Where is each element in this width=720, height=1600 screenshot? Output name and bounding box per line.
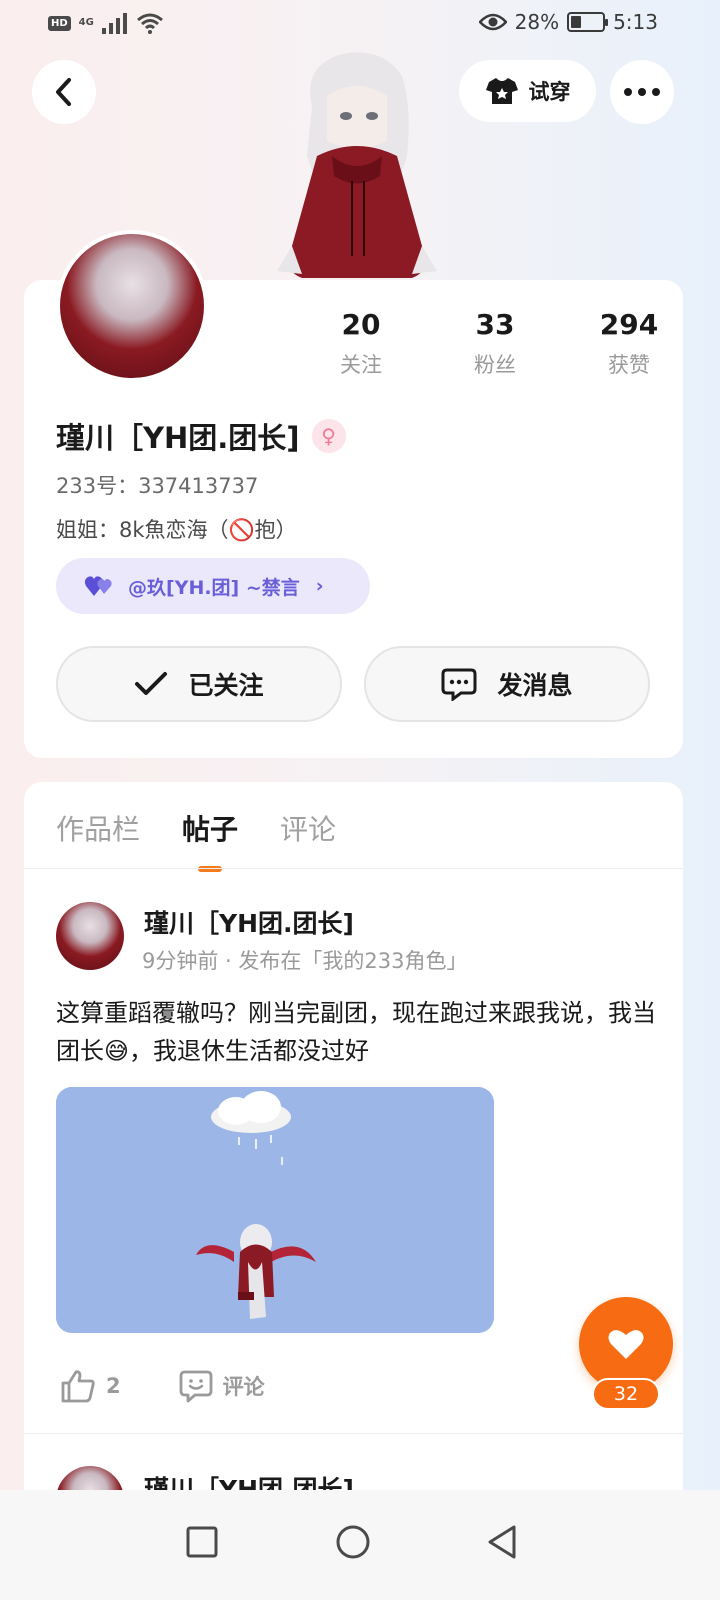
network-type: 4G (78, 17, 94, 28)
like-count-badge: 32 (592, 1378, 660, 1410)
stat-number: 33 (475, 308, 515, 341)
post-comment-label: 评论 (222, 1375, 265, 1399)
square-icon (186, 1526, 218, 1558)
avatar-character-figure (277, 52, 437, 278)
clock: 5:13 (613, 10, 658, 34)
tab-works[interactable]: 作品栏 (56, 808, 140, 848)
profile-name: 瑾川［YH团.团长] (56, 421, 300, 455)
post-image[interactable] (56, 1087, 494, 1333)
stat-number: 20 (341, 308, 381, 341)
like-profile-button[interactable] (579, 1297, 673, 1391)
post-text[interactable]: 这算重蹈覆辙吗？刚当完副团，现在跑过来跟我说，我当团长😅，我退休生活都没过好 (56, 994, 656, 1070)
back-arrow-icon (56, 78, 71, 106)
more-button[interactable] (610, 60, 674, 124)
followed-button[interactable]: 已关注 (56, 646, 342, 722)
stat-likes[interactable]: 294 获赞 (562, 308, 696, 379)
battery-percent: 28% (514, 10, 560, 34)
signal-icon (101, 13, 127, 34)
profile-avatar-image (60, 234, 204, 378)
stat-number: 294 (599, 308, 659, 341)
post-meta: 9分钟前 · 发布在「我的233角色」 (142, 949, 468, 973)
send-message-button[interactable]: 发消息 (364, 646, 650, 722)
comment-smile-icon (179, 1370, 213, 1403)
status-right: 28% 5:13 (478, 10, 658, 34)
wifi-icon (136, 13, 163, 34)
post-comment-button[interactable]: 评论 (179, 1369, 265, 1403)
thumbs-up-icon (61, 1370, 95, 1403)
back-button[interactable] (32, 60, 96, 124)
divider (24, 1433, 683, 1434)
double-heart-icon (84, 576, 112, 596)
more-dots-icon (624, 88, 660, 96)
divider (24, 868, 683, 869)
content-tabs: 作品栏 帖子 评论 (56, 808, 336, 872)
tab-comments[interactable]: 评论 (280, 808, 336, 848)
try-on-label: 试穿 (528, 80, 571, 104)
stat-following[interactable]: 20 关注 (294, 308, 428, 379)
recent-apps-button[interactable] (172, 1512, 232, 1572)
circle-icon (336, 1525, 370, 1559)
stat-label: 粉丝 (474, 353, 516, 377)
followed-label: 已关注 (188, 671, 264, 700)
relation-tag-pill[interactable]: @玖[YH.团] ~禁言 › (56, 558, 370, 614)
status-bar: HD 4G 28% 5:13 (0, 0, 720, 50)
try-on-button[interactable]: 试穿 (459, 60, 596, 122)
profile-bio: 姐姐：8k魚恋海（🚫抱） (56, 518, 297, 542)
stat-label: 获赞 (608, 353, 650, 377)
home-button[interactable] (323, 1512, 383, 1572)
eye-icon (478, 13, 507, 31)
shirt-icon (485, 78, 518, 104)
post-actions: 2 评论 (60, 1369, 265, 1403)
female-gender-icon: ♀ (311, 419, 346, 453)
back-nav-button[interactable] (472, 1512, 532, 1572)
tab-posts[interactable]: 帖子 (182, 808, 238, 872)
send-message-label: 发消息 (497, 671, 573, 700)
stat-label: 关注 (340, 353, 382, 377)
post-author-name[interactable]: 瑾川［YH团.团长] (144, 904, 354, 940)
relation-tag-text: @玖[YH.团] ~禁言 (128, 576, 300, 599)
hd-badge: HD (48, 15, 71, 31)
battery-icon (567, 12, 609, 32)
chat-bubble-icon (441, 668, 477, 701)
status-left: HD 4G (48, 12, 164, 34)
stat-followers[interactable]: 33 粉丝 (428, 308, 562, 379)
heart-icon (608, 1330, 644, 1359)
user-id: 233号：337413737 (56, 474, 259, 498)
profile-avatar[interactable] (56, 230, 208, 382)
feed-card: 作品栏 帖子 评论 瑾川［YH团.团长] 9分钟前 · 发布在「我的233角色」… (24, 782, 683, 1542)
post-like-button[interactable]: 2 (60, 1369, 121, 1403)
profile-stats: 20 关注 33 粉丝 294 获赞 (294, 308, 696, 379)
chevron-right-icon: › (315, 575, 324, 597)
system-nav-bar (0, 1490, 720, 1600)
post-author-avatar[interactable] (56, 902, 124, 970)
check-icon (135, 672, 168, 695)
triangle-back-icon (488, 1525, 516, 1559)
name-row: 瑾川［YH团.团长] ♀ (56, 415, 346, 457)
post-like-count: 2 (106, 1374, 121, 1398)
